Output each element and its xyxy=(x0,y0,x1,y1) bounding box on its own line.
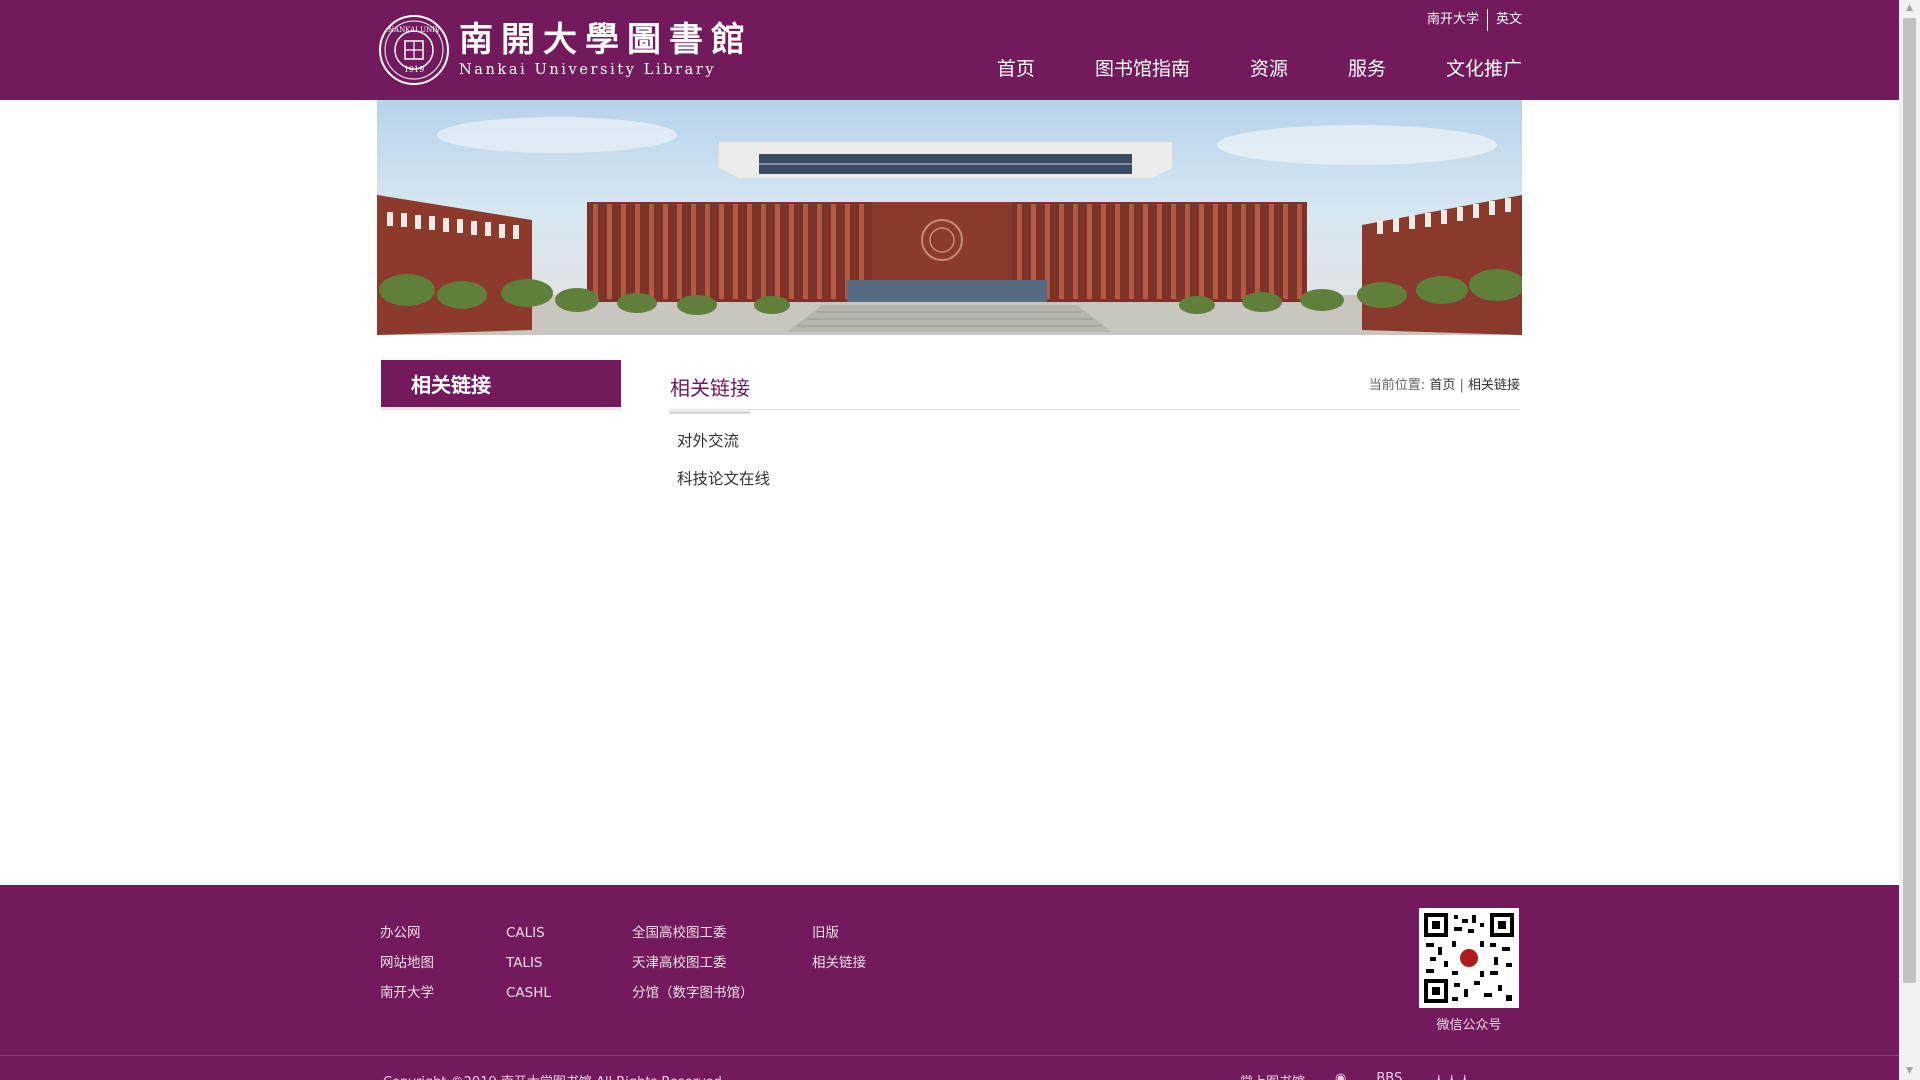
logo-english-name: Nankai University Library xyxy=(459,62,717,78)
mobile-library-link[interactable]: 掌上图书馆 xyxy=(1240,1071,1305,1080)
site-header: NANKAI UNIV 1919 南開大學圖書館 Nankai Universi… xyxy=(0,0,1899,100)
header-inner: NANKAI UNIV 1919 南開大學圖書館 Nankai Universi… xyxy=(377,0,1522,100)
nav-services[interactable]: 服务 xyxy=(1348,56,1386,82)
vertical-scrollbar[interactable]: ▲ ▼ xyxy=(1899,0,1920,1080)
main-nav: 首页 图书馆指南 资源 服务 文化推广 xyxy=(937,56,1522,82)
footer-link-related[interactable]: 相关链接 xyxy=(812,953,938,983)
svg-text:NANKAI UNIV: NANKAI UNIV xyxy=(388,26,441,34)
seal-year: 1919 xyxy=(403,65,425,74)
main-content: 相关链接 当前位置: 首页 | 相关链接 对外交流 科技论文在线 xyxy=(670,360,1520,498)
university-seal-icon: NANKAI UNIV 1919 xyxy=(379,15,449,85)
site-footer: 办公网 网站地图 南开大学 CALIS TALIS CASHL 全国高校图工委 … xyxy=(0,885,1899,1080)
bbs-link[interactable]: BBS xyxy=(1376,1071,1402,1080)
breadcrumb-home[interactable]: 首页 xyxy=(1429,378,1455,393)
footer-divider xyxy=(0,1055,1899,1056)
footer-link-office[interactable]: 办公网 xyxy=(380,923,506,953)
renren-link[interactable]: 人人人 xyxy=(1432,1071,1471,1080)
footer-link-tianjin-committee[interactable]: 天津高校图工委 xyxy=(632,953,812,983)
page: NANKAI UNIV 1919 南開大學圖書館 Nankai Universi… xyxy=(0,0,1920,1080)
footer-link-national-committee[interactable]: 全国高校图工委 xyxy=(632,923,812,953)
footer-links: 办公网 网站地图 南开大学 CALIS TALIS CASHL 全国高校图工委 … xyxy=(380,923,938,1013)
nav-library-guide[interactable]: 图书馆指南 xyxy=(1095,56,1190,82)
top-link-english[interactable]: 英文 xyxy=(1488,12,1522,28)
footer-link-talis[interactable]: TALIS xyxy=(506,953,632,983)
scroll-down-icon[interactable]: ▼ xyxy=(1899,1063,1920,1080)
breadcrumb: 当前位置: 首页 | 相关链接 xyxy=(1369,374,1520,393)
top-link-nankai[interactable]: 南开大学 xyxy=(1419,12,1487,28)
footer-link-sitemap[interactable]: 网站地图 xyxy=(380,953,506,983)
sidebar-title: 相关链接 xyxy=(381,360,621,410)
footer-column: CALIS TALIS CASHL xyxy=(506,923,632,1013)
content-header: 相关链接 当前位置: 首页 | 相关链接 xyxy=(670,360,1520,414)
footer-column: 办公网 网站地图 南开大学 xyxy=(380,923,506,1013)
page-title: 相关链接 xyxy=(670,372,750,414)
nav-home[interactable]: 首页 xyxy=(997,56,1035,82)
nav-culture[interactable]: 文化推广 xyxy=(1446,56,1522,82)
scroll-up-icon[interactable]: ▲ xyxy=(1899,0,1920,17)
footer-link-branch-library[interactable]: 分馆（数字图书馆） xyxy=(632,983,812,1013)
footer-column: 全国高校图工委 天津高校图工委 分馆（数字图书馆） xyxy=(632,923,812,1013)
footer-social-links: 掌上图书馆 ◉ BBS 人人人 xyxy=(1240,1071,1501,1080)
scroll-thumb[interactable] xyxy=(1903,18,1916,983)
list-item: 科技论文在线 xyxy=(677,460,1520,498)
list-item: 对外交流 xyxy=(677,422,1520,460)
related-links-list: 对外交流 科技论文在线 xyxy=(670,422,1520,498)
wechat-qr: 微信公众号 xyxy=(1419,908,1519,1033)
top-links: 南开大学 英文 xyxy=(1419,8,1522,32)
link-sci-paper-online[interactable]: 科技论文在线 xyxy=(677,470,770,488)
footer-link-nankai[interactable]: 南开大学 xyxy=(380,983,506,1013)
footer-link-old-version[interactable]: 旧版 xyxy=(812,923,938,953)
library-building-banner xyxy=(377,100,1522,335)
qr-caption: 微信公众号 xyxy=(1436,1018,1502,1033)
copyright: Copyright ©2019 南开大学图书馆 All Rights Reser… xyxy=(383,1071,722,1080)
breadcrumb-separator: | xyxy=(1455,378,1468,393)
nav-resources[interactable]: 资源 xyxy=(1250,56,1288,82)
library-logo[interactable]: NANKAI UNIV 1919 南開大學圖書館 Nankai Universi… xyxy=(379,14,745,86)
logo-text: 南開大學圖書館 Nankai University Library xyxy=(459,20,753,80)
weibo-icon[interactable]: ◉ xyxy=(1335,1071,1346,1080)
breadcrumb-current[interactable]: 相关链接 xyxy=(1468,378,1520,393)
breadcrumb-label: 当前位置: xyxy=(1368,378,1426,393)
footer-column: 旧版 相关链接 xyxy=(812,923,938,1013)
footer-link-cashl[interactable]: CASHL xyxy=(506,983,632,1013)
logo-chinese-name: 南開大學圖書館 xyxy=(459,20,753,60)
qr-code-icon xyxy=(1419,908,1519,1008)
link-external-exchange[interactable]: 对外交流 xyxy=(677,432,739,450)
footer-link-calis[interactable]: CALIS xyxy=(506,923,632,953)
